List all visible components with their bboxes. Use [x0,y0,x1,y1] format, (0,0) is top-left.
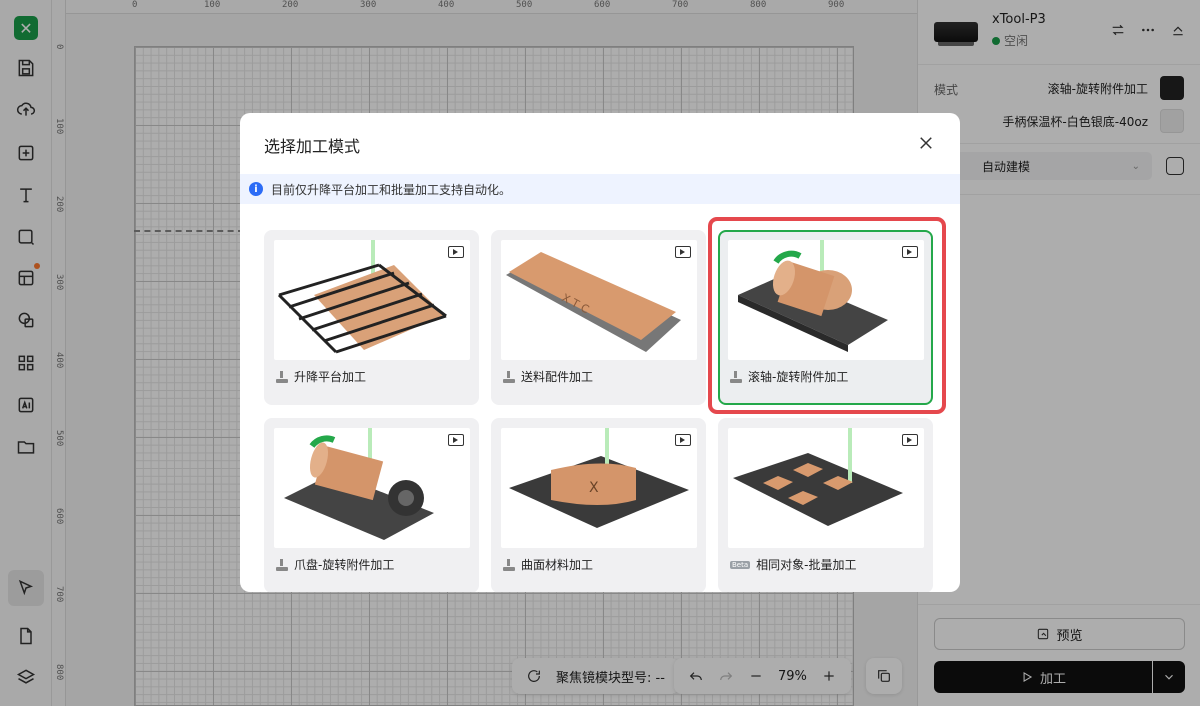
mode-card-batch[interactable]: Beta 相同对象-批量加工 [718,418,933,592]
video-icon[interactable] [675,246,691,258]
beta-badge-icon: Beta [730,560,751,569]
mode-card-label: 升降平台加工 [294,370,367,384]
video-icon[interactable] [448,434,464,446]
mode-preview-image [728,428,924,548]
mode-card-label: 曲面材料加工 [521,558,594,572]
mode-card-label: 爪盘-旋转附件加工 [294,558,395,572]
lift-mode-icon [276,370,288,383]
mode-card-curved[interactable]: X 曲面材料加工 [491,418,706,592]
curved-mode-icon [503,558,515,571]
info-banner: i 目前仅升降平台加工和批量加工支持自动化。 [240,174,960,204]
svg-text:X: X [589,480,599,496]
selection-highlight-box [708,217,946,414]
video-icon[interactable] [448,246,464,258]
feeder-mode-icon [503,370,515,383]
mode-card-label: 相同对象-批量加工 [756,558,857,572]
close-button[interactable] [916,133,936,153]
mode-card-lift[interactable]: 升降平台加工 [264,230,479,405]
mode-card-chuck-rotary[interactable]: 爪盘-旋转附件加工 [264,418,479,592]
info-text: 目前仅升降平台加工和批量加工支持自动化。 [271,182,512,197]
info-icon: i [249,182,263,196]
mode-preview-image: X T C [501,240,697,360]
mode-preview-image: X [501,428,697,548]
mode-preview-image [274,240,470,360]
dialog-title: 选择加工模式 [264,137,361,156]
close-icon [920,137,932,149]
mode-card-feeder[interactable]: X T C 送料配件加工 [491,230,706,405]
chuck-mode-icon [276,558,288,571]
video-icon[interactable] [902,434,918,446]
mode-preview-image [274,428,470,548]
video-icon[interactable] [675,434,691,446]
mode-card-label: 送料配件加工 [521,370,594,384]
